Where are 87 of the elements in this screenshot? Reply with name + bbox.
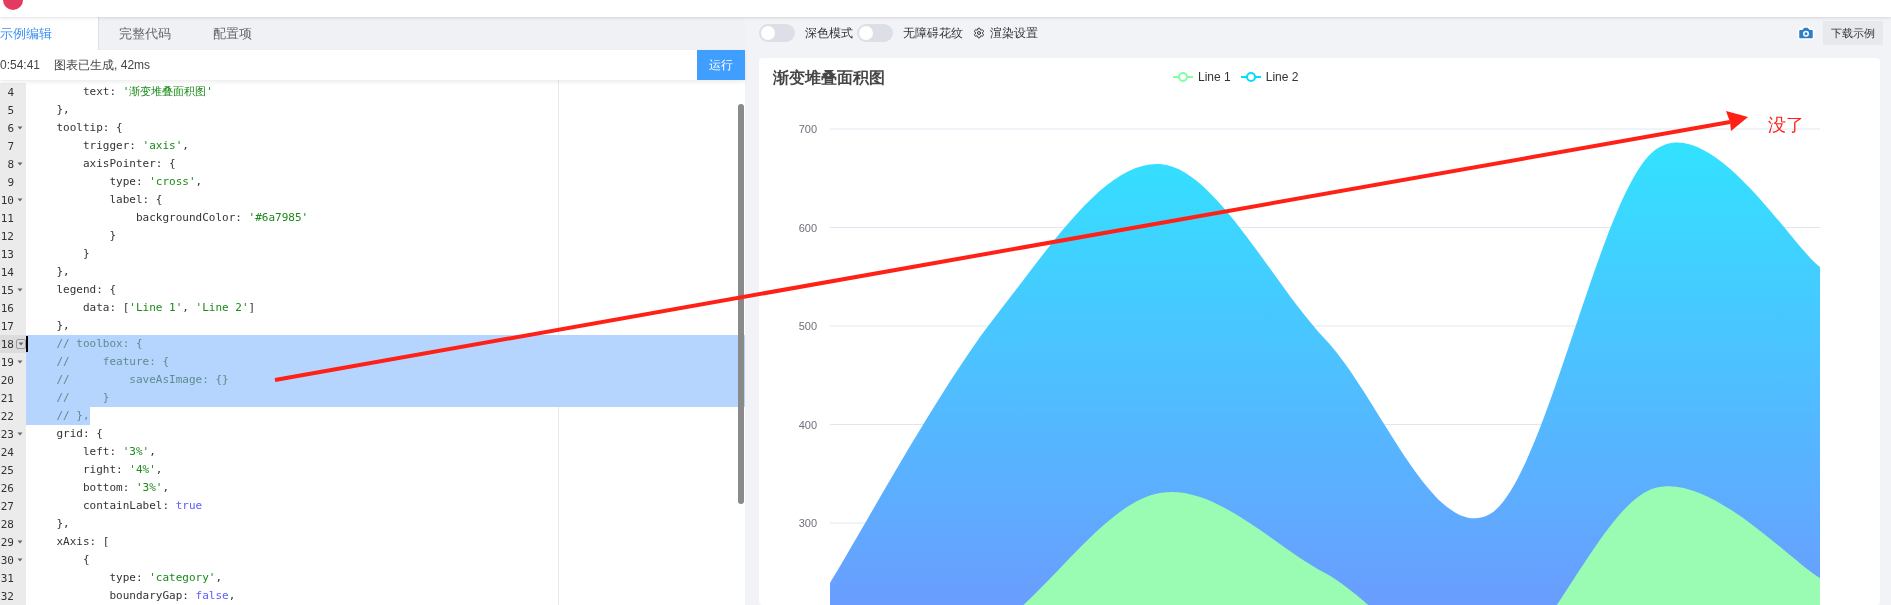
code-line: boundaryGap: false, [108,588,236,604]
code-line: backgroundColor: '#6a7985' [134,210,309,226]
code-line: } [81,246,90,262]
line-number: 24 [0,445,14,459]
line-number: 14 [0,265,14,279]
editor-tab[interactable]: 配置项 [193,17,274,50]
fold-arrow-icon[interactable] [16,160,24,168]
line-number: 31 [0,571,14,585]
line-number: 12 [0,229,14,243]
line-number: 10 [0,193,14,207]
code-line: left: '3%', [81,444,156,460]
line-number: 7 [6,139,14,153]
code-line: }, [55,318,70,334]
code-line: label: { [108,192,163,208]
code-line: }, [55,102,70,118]
fold-arrow-icon[interactable] [16,124,24,132]
line-number: 9 [6,175,14,189]
axis-label: 300 [798,517,817,529]
toggle-switch[interactable] [759,24,795,42]
fold-arrow-icon[interactable] [16,196,24,204]
code-line: text: '渐变堆叠面积图' [81,84,213,100]
line-number: 22 [0,409,14,423]
axis-label: 600 [798,221,817,234]
legend-label[interactable]: Line 1 [1198,70,1231,84]
code-line: type: 'category', [108,570,223,586]
code-line: legend: { [55,282,117,298]
scrollbar-thumb[interactable] [738,104,744,504]
code-line: containLabel: true [81,498,203,514]
fold-arrow-icon[interactable] [16,430,24,438]
toggle-label: 深色模式 [805,24,853,42]
line-number: 29 [0,535,14,549]
line-number: 15 [0,283,14,297]
legend-label[interactable]: Line 2 [1265,70,1299,84]
render-settings-button[interactable]: 渲染设置 [973,24,1038,42]
code-line: axisPointer: { [81,156,176,172]
line-number: 25 [0,463,14,477]
editor-tab[interactable]: 完整代码 [99,17,193,50]
fold-arrow-icon[interactable] [16,538,24,546]
line-number: 30 [0,553,14,567]
code-line: // toolbox: { [55,336,143,352]
settings-icon[interactable] [973,27,985,39]
fold-arrow-icon[interactable] [16,358,24,366]
code-line: grid: { [55,426,103,442]
code-line: // } [55,390,110,406]
code-line: } [108,228,117,244]
code-line: }, [55,516,70,532]
line-number: 32 [0,589,14,603]
line-number: 5 [6,103,14,117]
line-number: 4 [6,85,14,99]
line-number: 8 [6,157,14,171]
toggle-label: 无障碍花纹 [903,24,963,42]
code-line: { [81,552,90,568]
line-number: 20 [0,373,14,387]
code-line: // saveAsImage: {} [55,372,229,388]
annotation-text: 没了 [1768,115,1804,135]
code-line: trigger: 'axis', [81,138,189,154]
code-line: // feature: { [55,354,170,370]
line-number: 19 [0,355,14,369]
code-line: right: '4%', [81,462,163,478]
status-time: 0:54:41 [0,58,41,72]
code-line: tooltip: { [55,120,123,136]
code-line: }, [55,264,70,280]
download-button[interactable]: 下载示例 [1823,21,1883,45]
line-number: 23 [0,427,14,441]
line-number: 26 [0,481,14,495]
code-line: bottom: '3%', [81,480,170,496]
line-number: 27 [0,499,14,513]
fold-arrow-icon[interactable] [16,286,24,294]
chart-title: 渐变堆叠面积图 [773,68,885,88]
line-number: 18 [0,337,14,351]
line-number: 13 [0,247,14,261]
line-number: 17 [0,319,14,333]
camera-icon[interactable] [1797,24,1815,42]
line-number: 6 [6,121,14,135]
status-message: 图表已生成, 42ms [54,57,151,72]
fold-arrow-icon[interactable] [16,556,24,564]
line-number: 28 [0,517,14,531]
line-number: 11 [0,211,14,225]
axis-label: 700 [798,123,817,135]
axis-label: 400 [798,418,817,431]
line-number: 21 [0,391,14,405]
code-line: xAxis: [ [55,534,110,550]
code-line: type: 'cross', [108,174,203,190]
toggle-switch[interactable] [857,24,893,42]
code-line: data: ['Line 1', 'Line 2'] [81,300,256,316]
line-number: 16 [0,301,14,315]
axis-label: 500 [798,320,817,332]
